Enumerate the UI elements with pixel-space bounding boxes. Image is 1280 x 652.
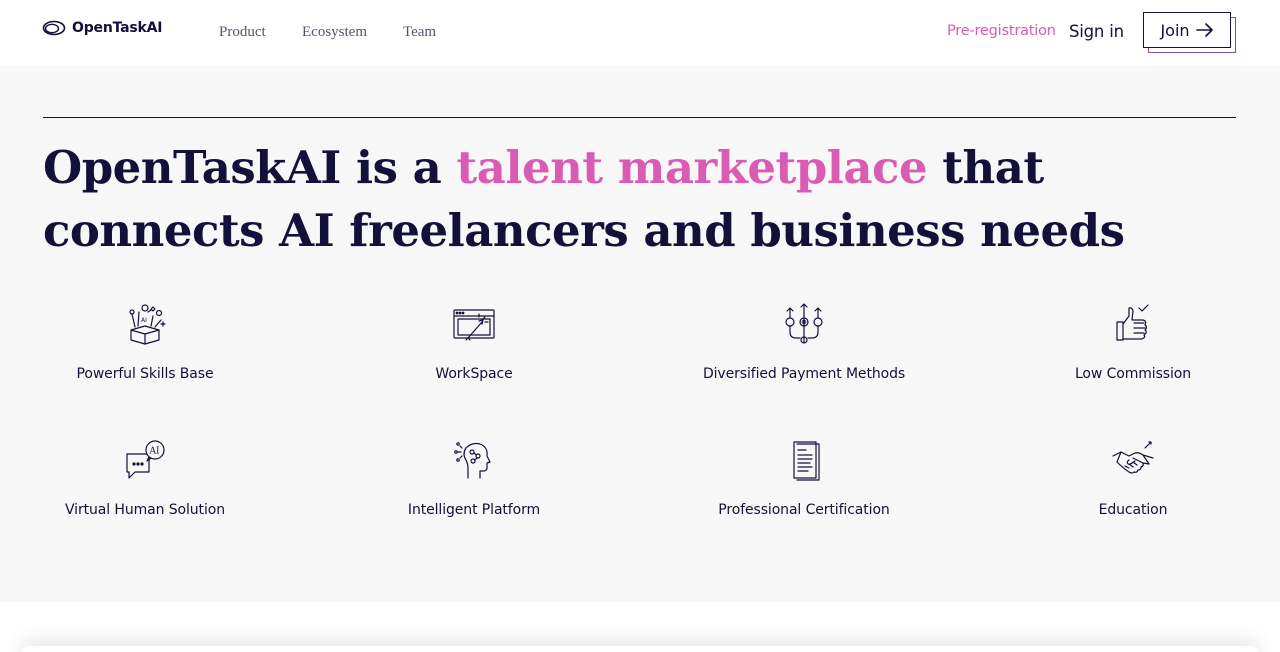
feature-label: Powerful Skills Base (76, 366, 214, 382)
feature-label: Low Commission (1074, 366, 1192, 382)
feature-label: Virtual Human Solution (65, 502, 225, 518)
logo-link[interactable]: OpenTaskAI (42, 20, 162, 36)
nav-team[interactable]: Team (403, 24, 443, 41)
feature-item: AI Virtual Human Solution (25, 438, 265, 518)
join-button[interactable]: Join (1143, 12, 1231, 48)
feature-label: Intelligent Platform (407, 502, 541, 518)
join-label: Join (1160, 20, 1190, 40)
hero-headline: OpenTaskAI is a talent marketplace that … (43, 136, 1243, 262)
divider-line (43, 117, 1236, 118)
headline-part-1: OpenTaskAI is a (43, 141, 457, 194)
certificate-document-icon (793, 441, 820, 481)
top-navbar: OpenTaskAI Product Ecosystem Team Pre-re… (0, 0, 1280, 66)
feature-item: Professional Certification (684, 438, 924, 518)
svg-text:AI: AI (141, 317, 147, 324)
feature-item: Diversified Payment Methods (684, 302, 924, 382)
feature-label: Diversified Payment Methods (702, 366, 906, 382)
join-button-wrapper: Join (1143, 12, 1236, 53)
logo-icon (42, 20, 66, 36)
card-top-edge (20, 646, 1260, 652)
ai-head-icon (454, 442, 491, 479)
skills-box-icon: AI (129, 304, 166, 345)
next-section (0, 602, 1280, 652)
ai-chat-icon: AI (126, 440, 165, 479)
feature-item: Low Commission (1013, 302, 1253, 382)
preregistration-link[interactable]: Pre-registration (947, 23, 1056, 39)
headline-highlight: talent marketplace (456, 141, 928, 194)
thumbs-up-icon (1116, 304, 1149, 341)
nav-product[interactable]: Product (219, 24, 302, 41)
signin-link[interactable]: Sign in (1069, 22, 1124, 41)
nav-ecosystem[interactable]: Ecosystem (302, 24, 403, 41)
workspace-window-icon (453, 309, 495, 341)
feature-label: Professional Certification (718, 502, 890, 518)
logo-text: OpenTaskAI (72, 20, 163, 36)
feature-label: Education (1098, 502, 1168, 518)
payment-methods-icon (785, 303, 823, 344)
main-nav: Product Ecosystem Team (219, 24, 443, 41)
handshake-icon (1112, 441, 1154, 474)
feature-item: Intelligent Platform (354, 438, 594, 518)
feature-label: WorkSpace (435, 366, 513, 382)
feature-item: AI Powerful Skills Base (25, 302, 265, 382)
feature-item: WorkSpace (354, 302, 594, 382)
svg-text:AI: AI (149, 447, 160, 457)
feature-item: Education (1013, 438, 1253, 518)
arrow-right-icon (1195, 23, 1213, 37)
hero-section: OpenTaskAI is a talent marketplace that … (0, 66, 1280, 602)
